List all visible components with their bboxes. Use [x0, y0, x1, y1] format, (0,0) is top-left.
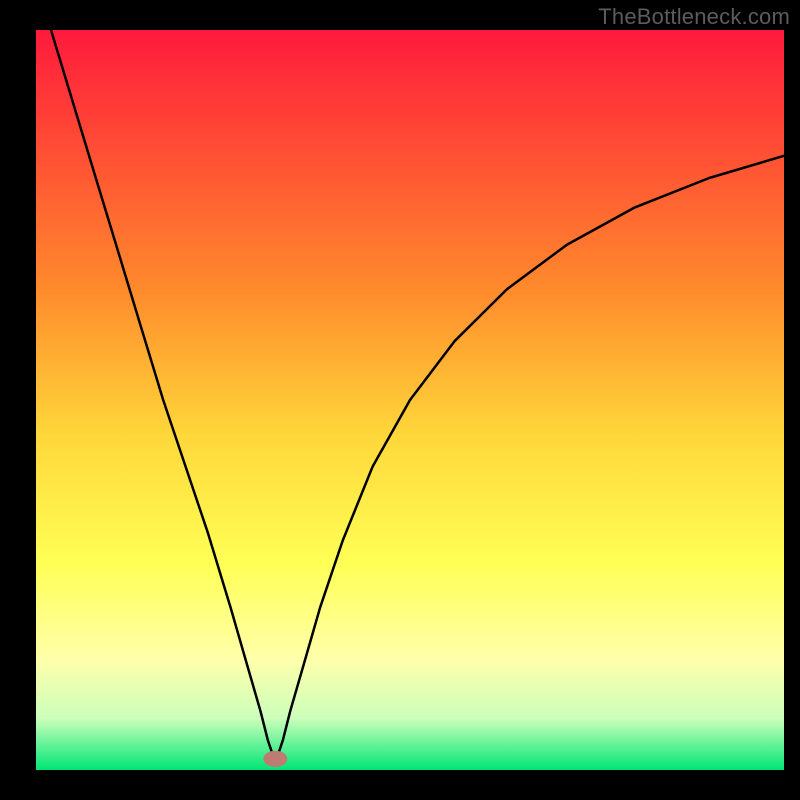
minimum-marker [263, 751, 287, 767]
bottleneck-chart [0, 0, 800, 800]
chart-container: TheBottleneck.com [0, 0, 800, 800]
watermark-label: TheBottleneck.com [598, 4, 790, 30]
